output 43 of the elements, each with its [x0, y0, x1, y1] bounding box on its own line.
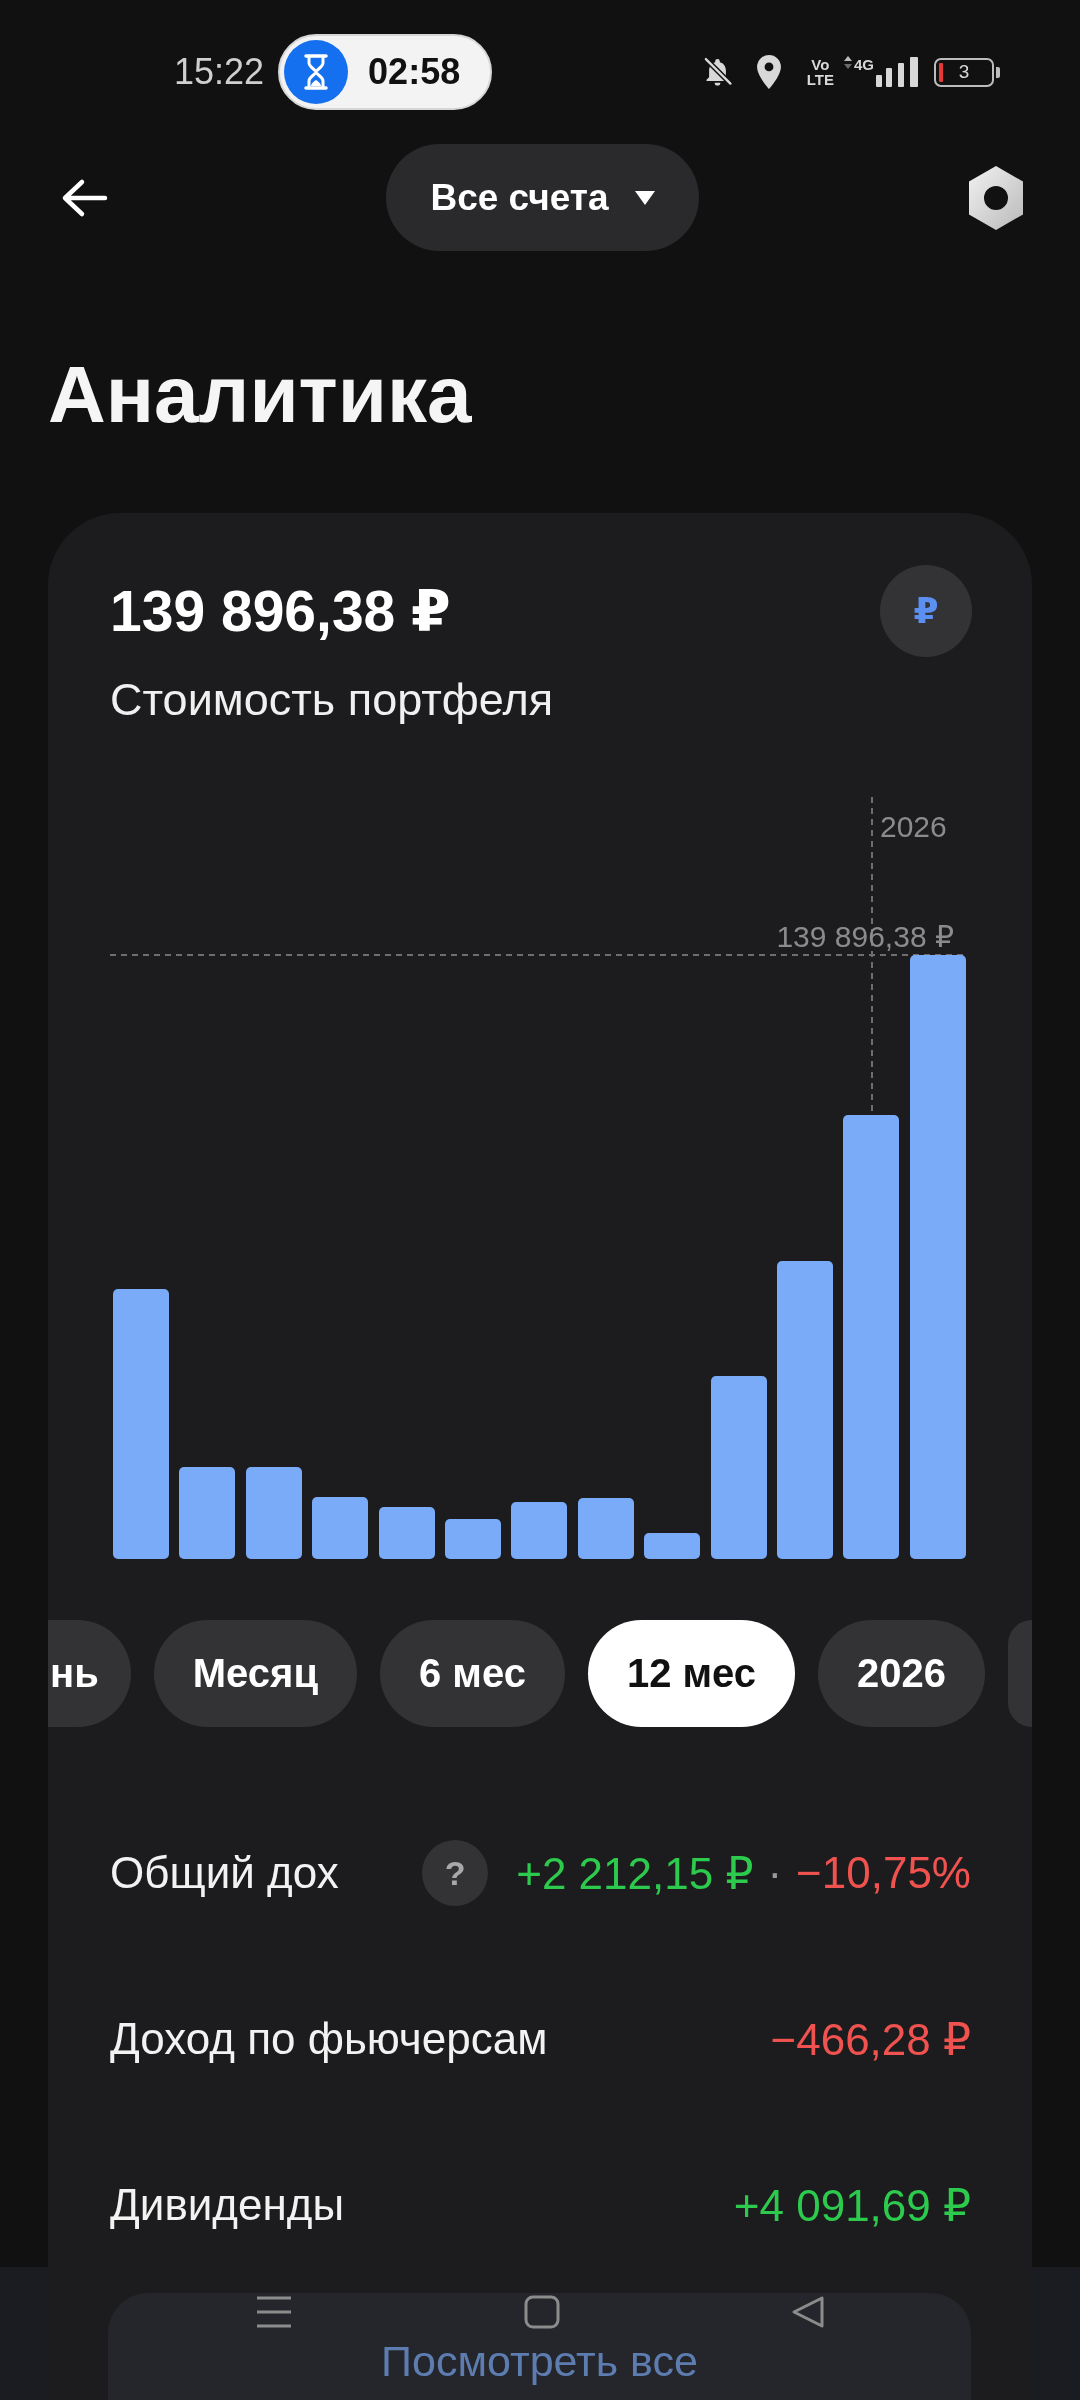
chart-bar	[379, 1507, 435, 1559]
status-time: 15:22	[174, 51, 265, 93]
period-tab[interactable]: 2026	[818, 1620, 986, 1727]
period-tab[interactable]: 12 мес	[587, 1620, 796, 1727]
back-triangle-icon[interactable]	[791, 2295, 825, 2329]
square-icon[interactable]	[524, 2295, 560, 2329]
stat-label: Доход по фьючерсам	[110, 2014, 548, 2064]
currency-button[interactable]: ₽	[880, 565, 972, 657]
chart-bar	[445, 1519, 501, 1559]
timer-text: 02:58	[368, 51, 461, 93]
page-title: Аналитика	[48, 349, 472, 441]
period-tab[interactable]: нь	[48, 1620, 131, 1727]
stat-label: Общий дох	[110, 1848, 339, 1898]
timer-chip[interactable]: 02:58	[278, 34, 493, 110]
location-pin-icon	[754, 55, 783, 89]
stat-value: +2 212,15 ₽	[516, 1847, 754, 1899]
period-tab[interactable]: Месяц	[153, 1620, 357, 1727]
chart-bar	[312, 1497, 368, 1559]
menu-icon[interactable]	[255, 2295, 293, 2329]
chart-bar	[644, 1533, 700, 1559]
account-dropdown[interactable]: Все счета	[386, 144, 699, 251]
back-arrow-icon[interactable]	[60, 177, 108, 218]
chart-bar	[578, 1498, 634, 1559]
stat-value: −466,28 ₽	[770, 2013, 971, 2065]
battery-level-text: 3	[958, 62, 970, 82]
separator: ·	[767, 1848, 783, 1898]
period-tab[interactable]: 6 мес	[379, 1620, 565, 1727]
stat-value: +4 091,69 ₽	[733, 2179, 971, 2231]
percent-change: −10,75%	[796, 1848, 971, 1898]
view-all-button[interactable]: Посмотреть все	[108, 2293, 971, 2400]
hex-nut-icon[interactable]	[967, 164, 1025, 231]
volte-indicator: Vo LTE	[806, 57, 834, 87]
portfolio-caption: Стоимость портфеля	[110, 673, 553, 727]
stat-label: Дивиденды	[110, 2180, 345, 2230]
cursor-year-label: 2026	[880, 810, 947, 843]
signal-bars-icon	[876, 57, 918, 87]
help-button[interactable]: ?	[422, 1840, 489, 1906]
hourglass-icon	[284, 40, 349, 104]
cursor-value-label: 139 896,38 ₽	[776, 920, 954, 953]
caret-icon	[634, 190, 655, 205]
chart-bar	[511, 1502, 567, 1559]
network-type-text: 4G	[854, 57, 874, 73]
portfolio-value: 139 896,38 ₽	[110, 577, 451, 645]
